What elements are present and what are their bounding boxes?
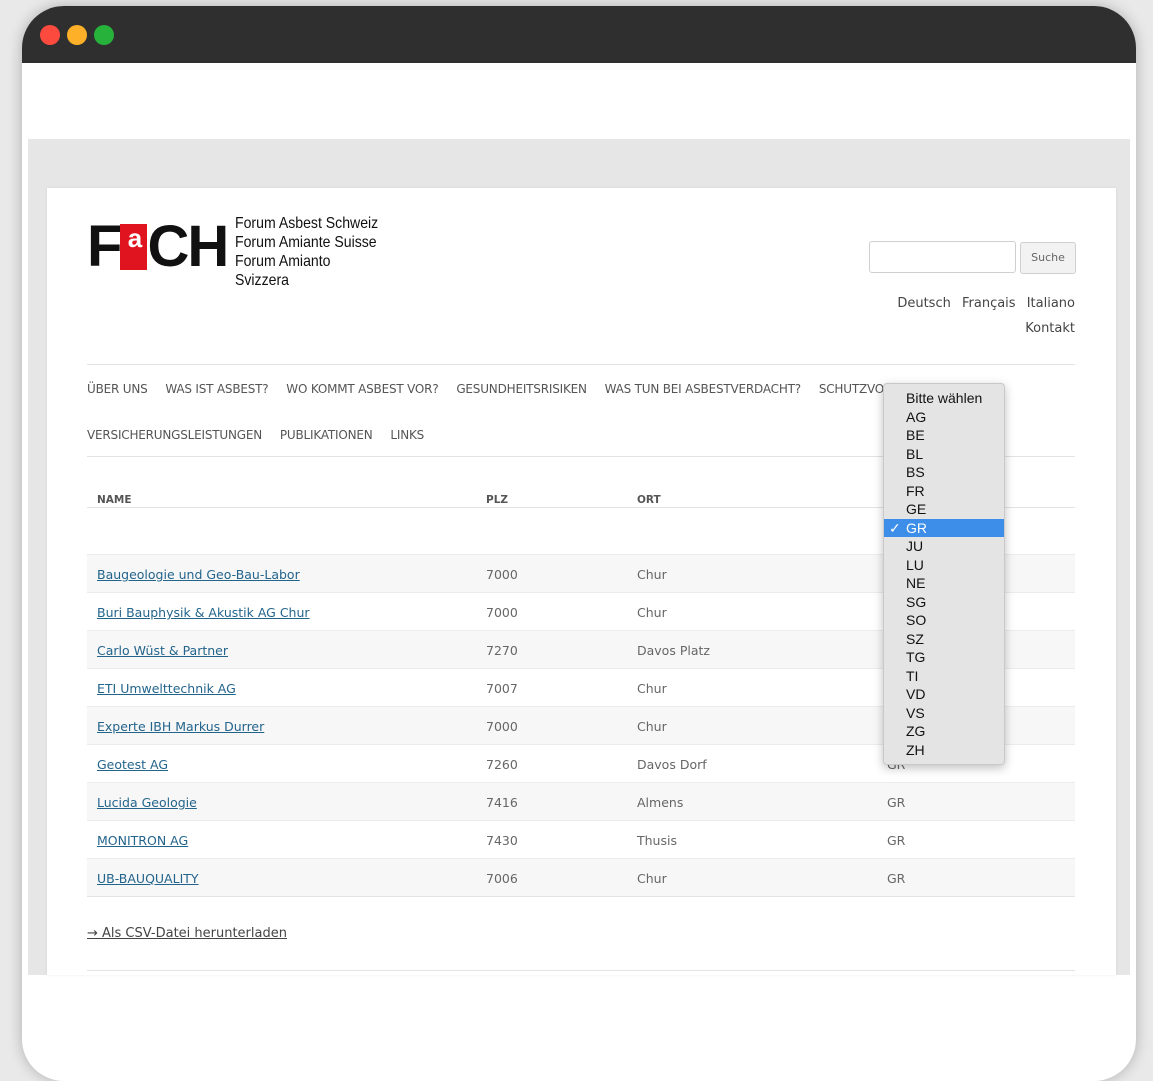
company-link[interactable]: Carlo Wüst & Partner [97, 643, 228, 658]
plz-cell: 7000 [486, 719, 518, 734]
site-logo[interactable]: Fa CH Forum Asbest Schweiz Forum Amiante … [87, 212, 407, 289]
window-titlebar [22, 6, 1136, 63]
plz-cell: 7430 [486, 833, 518, 848]
ort-cell: Almens [637, 795, 684, 810]
nav-item-versicherungsleistungen[interactable]: VERSICHERUNGSLEISTUNGEN [87, 428, 262, 442]
search-input[interactable] [869, 241, 1016, 273]
plz-cell: 7000 [486, 567, 518, 582]
company-link[interactable]: UB-BAUQUALITY [97, 871, 199, 886]
logo-tagline: Forum Asbest Schweiz Forum Amiante Suiss… [235, 214, 386, 290]
checkmark-icon: ✓ [889, 519, 901, 536]
table-row: MONITRON AG 7430 Thusis GR [87, 820, 1075, 859]
company-link[interactable]: Baugeologie und Geo-Bau-Labor [97, 567, 300, 582]
plz-cell: 7416 [486, 795, 518, 810]
dropdown-option[interactable]: BS [884, 463, 1004, 482]
dropdown-option[interactable]: Bitte wählen [884, 389, 1004, 408]
company-link[interactable]: Buri Bauphysik & Akustik AG Chur [97, 605, 310, 620]
kanton-cell: GR [887, 871, 906, 886]
dropdown-option[interactable]: TG [884, 648, 1004, 667]
column-header-plz[interactable]: PLZ [486, 494, 508, 506]
plz-cell: 7007 [486, 681, 518, 696]
nav-item-gesundheitsrisiken[interactable]: GESUNDHEITSRISIKEN [456, 382, 587, 396]
selected-option-label: GR [906, 519, 927, 536]
search-button[interactable]: Suche [1020, 242, 1076, 274]
lang-deutsch-link[interactable]: Deutsch [897, 296, 951, 311]
logo-line-it: Forum Amianto Svizzera [235, 253, 331, 289]
ort-cell: Davos Dorf [637, 757, 707, 772]
column-header-ort[interactable]: ORT [637, 494, 661, 506]
dropdown-option[interactable]: GE [884, 500, 1004, 519]
lang-francais-link[interactable]: Français [962, 296, 1016, 311]
table-row: UB-BAUQUALITY 7006 Chur GR [87, 858, 1075, 897]
company-link[interactable]: MONITRON AG [97, 833, 188, 848]
canton-dropdown-menu[interactable]: Bitte wählen AG BE BL BS FR GE ✓ GR JU LU… [883, 383, 1005, 765]
dropdown-option[interactable]: VD [884, 685, 1004, 704]
company-link[interactable]: Geotest AG [97, 757, 168, 772]
contact-link[interactable]: Kontakt [1025, 321, 1075, 336]
nav-item-was-ist-asbest[interactable]: WAS IST ASBEST? [165, 382, 268, 396]
plz-cell: 7260 [486, 757, 518, 772]
dropdown-option[interactable]: LU [884, 556, 1004, 575]
logo-line-de: Forum Asbest Schweiz [235, 215, 379, 232]
dropdown-option[interactable]: JU [884, 537, 1004, 556]
company-link[interactable]: ETI Umwelttechnik AG [97, 681, 236, 696]
dropdown-option[interactable]: VS [884, 704, 1004, 723]
plz-cell: 7270 [486, 643, 518, 658]
kanton-cell: GR [887, 833, 906, 848]
ort-cell: Chur [637, 605, 667, 620]
nav-item-ueber-uns[interactable]: ÜBER UNS [87, 382, 148, 396]
plz-cell: 7000 [486, 605, 518, 620]
ort-cell: Chur [637, 719, 667, 734]
company-link[interactable]: Experte IBH Markus Durrer [97, 719, 264, 734]
dropdown-option[interactable]: AG [884, 408, 1004, 427]
dropdown-option[interactable]: BE [884, 426, 1004, 445]
dropdown-option-selected[interactable]: ✓ GR [884, 518, 1004, 537]
main-nav-row-1: ÜBER UNS WAS IST ASBEST? WO KOMMT ASBEST… [87, 382, 931, 396]
dropdown-option[interactable]: ZG [884, 722, 1004, 741]
dropdown-option[interactable]: NE [884, 574, 1004, 593]
ort-cell: Chur [637, 871, 667, 886]
main-nav-row-2: VERSICHERUNGSLEISTUNGEN PUBLIKATIONEN LI… [87, 428, 438, 442]
dropdown-option[interactable]: BL [884, 445, 1004, 464]
minimize-window-button[interactable] [67, 25, 87, 45]
ort-cell: Thusis [637, 833, 677, 848]
header-divider [87, 364, 1075, 365]
nav-item-was-tun[interactable]: WAS TUN BEI ASBESTVERDACHT? [605, 382, 802, 396]
table-row: Lucida Geologie 7416 Almens GR [87, 782, 1075, 821]
company-link[interactable]: Lucida Geologie [97, 795, 197, 810]
csv-download-link[interactable]: → Als CSV-Datei herunterladen [87, 926, 287, 941]
nav-item-wo-kommt-asbest-vor[interactable]: WO KOMMT ASBEST VOR? [286, 382, 438, 396]
kanton-cell: GR [887, 795, 906, 810]
ort-cell: Chur [637, 567, 667, 582]
dropdown-option[interactable]: SO [884, 611, 1004, 630]
footer-divider [87, 970, 1075, 971]
lang-italiano-link[interactable]: Italiano [1027, 296, 1075, 311]
close-window-button[interactable] [40, 25, 60, 45]
dropdown-option[interactable]: ZH [884, 741, 1004, 760]
ort-cell: Davos Platz [637, 643, 710, 658]
dropdown-option[interactable]: SG [884, 593, 1004, 612]
nav-item-publikationen[interactable]: PUBLIKATIONEN [280, 428, 373, 442]
plz-cell: 7006 [486, 871, 518, 886]
dropdown-option[interactable]: FR [884, 482, 1004, 501]
logo-line-fr: Forum Amiante Suisse [235, 234, 377, 251]
ort-cell: Chur [637, 681, 667, 696]
dropdown-option[interactable]: SZ [884, 630, 1004, 649]
language-switcher: Deutsch Français Italiano [890, 296, 1075, 311]
dropdown-option[interactable]: TI [884, 667, 1004, 686]
maximize-window-button[interactable] [94, 25, 114, 45]
column-header-name[interactable]: NAME [97, 494, 132, 506]
nav-item-links[interactable]: LINKS [390, 428, 424, 442]
table-bottom-divider [87, 896, 1075, 897]
fach-logo-mark: Fa CH [87, 214, 229, 279]
